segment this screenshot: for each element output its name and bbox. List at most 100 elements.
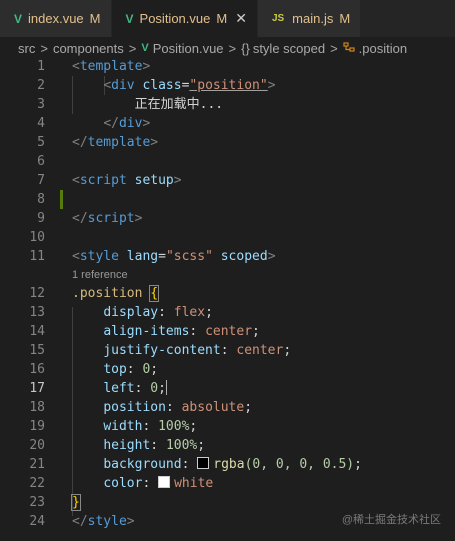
code-line: 16 top: 0;	[0, 360, 455, 379]
symbol-class-icon	[343, 41, 355, 56]
code-line: 13 display: flex;	[0, 303, 455, 322]
line-number: 7	[37, 173, 45, 188]
modified-badge: M	[339, 11, 351, 26]
line-content: top: 0;	[103, 362, 159, 377]
tab-label: main.js	[292, 11, 334, 26]
line-number: 24	[29, 514, 45, 529]
code-line: 14 align-items: center;	[0, 322, 455, 341]
line-number: 8	[37, 192, 45, 207]
tab-label: index.vue	[28, 11, 84, 26]
braces-icon: {}	[241, 40, 250, 56]
code-line: 4 </div>	[0, 114, 455, 133]
code-line: 23}	[0, 493, 455, 512]
line-number: 22	[29, 476, 45, 491]
code-line: 6	[0, 152, 455, 171]
line-content: <script setup>	[72, 173, 182, 188]
close-icon[interactable]: ✕	[235, 10, 247, 27]
line-number: 1	[37, 59, 45, 74]
line-number: 3	[37, 97, 45, 112]
vue-file-icon: V	[14, 11, 23, 26]
breadcrumb-folder-src[interactable]: src	[18, 41, 35, 56]
line-content: color: white	[103, 476, 214, 491]
chevron-right-icon: >	[128, 40, 137, 56]
modified-badge: M	[216, 11, 228, 26]
code-editor[interactable]: 1 <template> 2 <div class="position"> 3 正…	[0, 57, 455, 531]
line-content: 正在加载中...	[134, 97, 224, 112]
code-line: 2 <div class="position">	[0, 76, 455, 95]
line-number: 12	[29, 286, 45, 301]
line-content: </div>	[103, 116, 151, 131]
breadcrumb-folder-components[interactable]: components	[53, 41, 124, 56]
line-number: 18	[29, 400, 45, 415]
line-number: 4	[37, 116, 45, 131]
breadcrumb: src > components > V Position.vue > {} s…	[0, 37, 455, 59]
code-line: 22 color: white	[0, 474, 455, 493]
line-content: <template>	[72, 59, 151, 74]
code-line: 19 width: 100%;	[0, 417, 455, 436]
line-content: </template>	[72, 135, 159, 150]
text-cursor	[165, 380, 167, 395]
tab-index-vue[interactable]: V index.vue M	[0, 0, 112, 37]
line-number: 10	[29, 230, 45, 245]
vue-file-icon: V	[141, 42, 149, 54]
code-line: 7 <script setup>	[0, 171, 455, 190]
line-content: }	[71, 494, 81, 511]
color-swatch-white[interactable]	[158, 476, 171, 488]
editor-tab-bar: V index.vue M V Position.vue M ✕ JS main…	[0, 0, 455, 37]
line-content: justify-content: center;	[103, 343, 292, 358]
modified-badge: M	[89, 11, 101, 26]
code-line: 3 正在加载中...	[0, 95, 455, 114]
line-content: height: 100%;	[103, 438, 206, 453]
code-line: 8	[0, 190, 455, 209]
line-number: 13	[29, 305, 45, 320]
breadcrumb-file[interactable]: Position.vue	[153, 41, 224, 56]
tab-main-js[interactable]: JS main.js M	[257, 0, 362, 37]
line-content: background: rgba(0, 0, 0, 0.5);	[103, 457, 362, 472]
line-content: display: flex;	[103, 305, 213, 320]
line-content: <div class="position">	[103, 78, 276, 93]
line-content: position: absolute;	[103, 400, 253, 415]
tab-position-vue[interactable]: V Position.vue M ✕	[111, 0, 258, 37]
line-number: 14	[29, 324, 45, 339]
code-line: 17 left: 0;	[0, 379, 455, 398]
js-file-icon: JS	[271, 13, 285, 24]
breadcrumb-symbol[interactable]: .position	[359, 41, 407, 56]
code-line: 12 .position {	[0, 284, 455, 303]
tab-label: Position.vue	[139, 11, 211, 26]
line-content: width: 100%;	[103, 419, 198, 434]
line-content: </style>	[72, 514, 135, 529]
chevron-right-icon: >	[228, 40, 237, 56]
line-number: 9	[37, 211, 45, 226]
line-content: .position {	[72, 285, 160, 302]
code-line: 11 <style lang="scss" scoped>	[0, 247, 455, 266]
line-number: 21	[29, 457, 45, 472]
line-number: 23	[29, 495, 45, 510]
line-number: 5	[37, 135, 45, 150]
code-line: 21 background: rgba(0, 0, 0, 0.5);	[0, 455, 455, 474]
code-line: 20 height: 100%;	[0, 436, 455, 455]
chevron-right-icon: >	[40, 40, 48, 56]
code-line: 1 <template>	[0, 57, 455, 76]
line-number: 16	[29, 362, 45, 377]
git-added-marker	[60, 190, 63, 209]
chevron-right-icon: >	[330, 40, 338, 56]
line-number: 15	[29, 343, 45, 358]
line-content: </script>	[72, 211, 143, 226]
line-content: align-items: center;	[103, 324, 260, 339]
line-content: <style lang="scss" scoped>	[72, 249, 276, 264]
code-line: 10	[0, 228, 455, 247]
code-lens-references[interactable]: 1 reference	[0, 266, 455, 284]
code-line: 18 position: absolute;	[0, 398, 455, 417]
code-line: 9 </script>	[0, 209, 455, 228]
line-number: 11	[29, 249, 45, 264]
line-number: 2	[37, 78, 45, 93]
breadcrumb-section[interactable]: style scoped	[253, 41, 325, 56]
line-number: 19	[29, 419, 45, 434]
line-content: left: 0;	[103, 380, 167, 396]
watermark: @稀土掘金技术社区	[341, 514, 441, 526]
code-line: 5 </template>	[0, 133, 455, 152]
line-number: 6	[37, 154, 45, 169]
color-swatch-black[interactable]	[197, 457, 210, 469]
line-number: 20	[29, 438, 45, 453]
vue-file-icon: V	[125, 11, 134, 26]
